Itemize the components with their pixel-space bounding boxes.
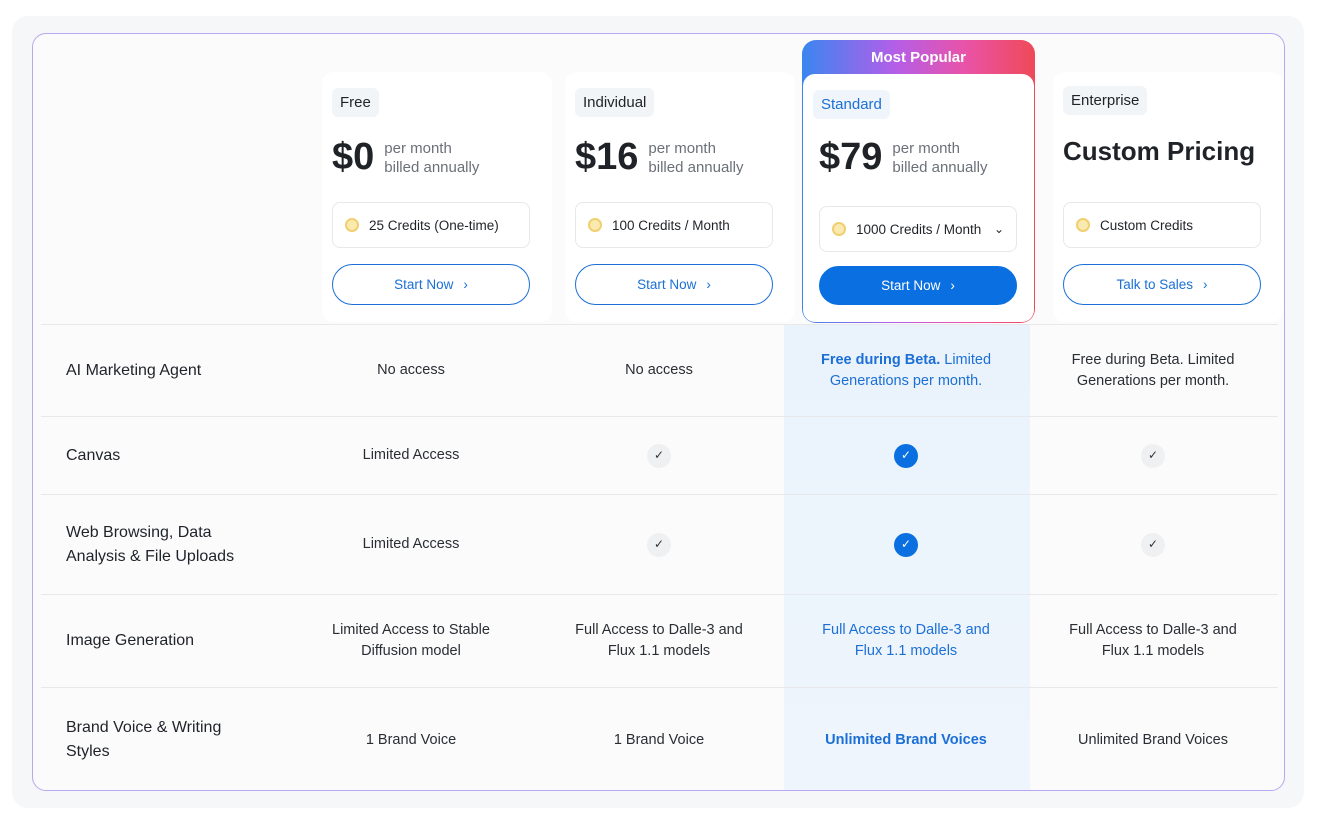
price: $16 [575,136,639,178]
feature-value: Unlimited Brand Voices [1038,688,1268,790]
feature-value-text: Full Access to Dalle-3 and Flux 1.1 mode… [822,622,990,659]
coins-icon [832,222,846,236]
price-period: per month [892,139,960,157]
feature-value: ✓ [1038,495,1268,594]
credits-box: Custom Credits [1063,202,1261,248]
plan-card-standard: Most Popular Standard $79 per month billed… [802,40,1035,323]
feature-value: ✓ [791,495,1021,594]
plan-card-individual: Individual $16 per month billed annually 1… [565,72,795,322]
feature-value-text: Full Access to Dalle-3 and Flux 1.1 mode… [1069,622,1237,659]
billing-note: billed annually [384,158,480,176]
coins-icon [345,218,359,232]
pricing-table: Free $0 per month billed annually 25 Credi… [32,33,1285,791]
feature-value-text: Limited Access [362,447,460,463]
feature-label: Brand Voice & Writing Styles [66,719,222,760]
credits-box: 25 Credits (One-time) [332,202,530,248]
plan-name: Individual [575,88,655,117]
feature-value-text: Unlimited Brand Voices [825,731,987,748]
plan-card-enterprise: Enterprise Custom Pricing Custom Credits… [1053,72,1283,322]
plan-name: Enterprise [1063,86,1148,115]
feature-value-text: Full Access to Dalle-3 and Flux 1.1 mode… [575,622,743,659]
feature-row: Canvas Limited Access ✓ ✓ ✓ [41,416,1278,494]
feature-value-text: Limited Access [362,536,460,552]
price-period: per month [384,139,452,157]
price: Custom Pricing [1063,136,1256,166]
button-label: Start Now [394,277,454,292]
button-label: Talk to Sales [1116,277,1194,292]
start-now-button[interactable]: Start Now › [819,266,1017,305]
feature-label: AI Marketing Agent [66,361,202,379]
feature-row: Brand Voice & Writing Styles 1 Brand Voic… [41,687,1278,790]
price-period: per month [648,139,716,157]
credits-box: 100 Credits / Month [575,202,773,248]
feature-value: ✓ [544,417,774,494]
credits-label: 1000 Credits / Month [856,221,982,237]
feature-value-text: 1 Brand Voice [365,731,457,748]
check-icon: ✓ [647,443,671,468]
check-icon: ✓ [894,443,918,468]
feature-value: Limited Access [296,417,526,494]
plan-name: Standard [813,90,890,119]
feature-value-text: Limited Access to Stable Diffusion model [332,622,490,659]
feature-value: 1 Brand Voice [296,688,526,790]
feature-label: Web Browsing, Data Analysis & File Uploa… [66,523,235,565]
billing-note: billed annually [892,158,988,176]
feature-value: Free during Beta. Limited Generations pe… [791,325,1021,416]
feature-value: Limited Access [296,495,526,594]
talk-to-sales-button[interactable]: Talk to Sales › [1063,264,1261,305]
chevron-right-icon: › [950,278,955,293]
start-now-button[interactable]: Start Now › [575,264,773,305]
price: $79 [819,136,883,178]
button-label: Start Now [881,278,941,293]
feature-value: Full Access to Dalle-3 and Flux 1.1 mode… [544,595,774,687]
start-now-button[interactable]: Start Now › [332,264,530,305]
chevron-right-icon: › [1203,277,1208,292]
feature-value: ✓ [1038,417,1268,494]
coins-icon [1076,218,1090,232]
price: $0 [332,136,375,178]
feature-value-text: No access [377,362,445,378]
feature-label: Canvas [66,446,121,464]
chevron-right-icon: › [463,277,468,292]
coins-icon [588,218,602,232]
feature-row: AI Marketing Agent No access No access Free… [41,324,1278,416]
check-icon: ✓ [1141,443,1165,468]
feature-value: 1 Brand Voice [544,688,774,790]
check-icon: ✓ [894,532,918,557]
credits-dropdown[interactable]: 1000 Credits / Month ⌄ [819,206,1017,252]
feature-value: Limited Access to Stable Diffusion model [296,595,526,687]
button-label: Start Now [637,277,697,292]
chevron-down-icon: ⌄ [993,222,1004,236]
feature-value-text: Unlimited Brand Voices [1078,731,1228,748]
credits-label: 25 Credits (One-time) [369,217,499,233]
chevron-right-icon: › [706,277,711,292]
feature-value-text: 1 Brand Voice [613,731,705,748]
most-popular-ribbon: Most Popular [870,48,966,66]
feature-value: ✓ [544,495,774,594]
feature-row: Web Browsing, Data Analysis & File Uploa… [41,494,1278,594]
feature-label: Image Generation [66,632,195,649]
feature-value-bold: Free during Beta. [820,351,941,368]
feature-value: No access [296,325,526,416]
plan-card-free: Free $0 per month billed annually 25 Credi… [322,72,552,322]
credits-label: Custom Credits [1100,217,1194,233]
feature-value: Unlimited Brand Voices [791,688,1021,790]
check-icon: ✓ [647,532,671,557]
feature-value-text: No access [625,362,693,378]
feature-value: ✓ [791,417,1021,494]
feature-value: No access [544,325,774,416]
feature-value: Full Access to Dalle-3 and Flux 1.1 mode… [1038,595,1268,687]
credits-label: 100 Credits / Month [612,217,730,233]
feature-row: Image Generation Limited Access to Stable… [41,594,1278,687]
feature-value-text: Free during Beta. Limited Generations pe… [1071,351,1235,389]
billing-note: billed annually [648,158,744,176]
feature-value: Free during Beta. Limited Generations pe… [1038,325,1268,416]
check-icon: ✓ [1141,532,1165,557]
feature-value: Full Access to Dalle-3 and Flux 1.1 mode… [791,595,1021,687]
plan-name: Free [332,88,379,117]
